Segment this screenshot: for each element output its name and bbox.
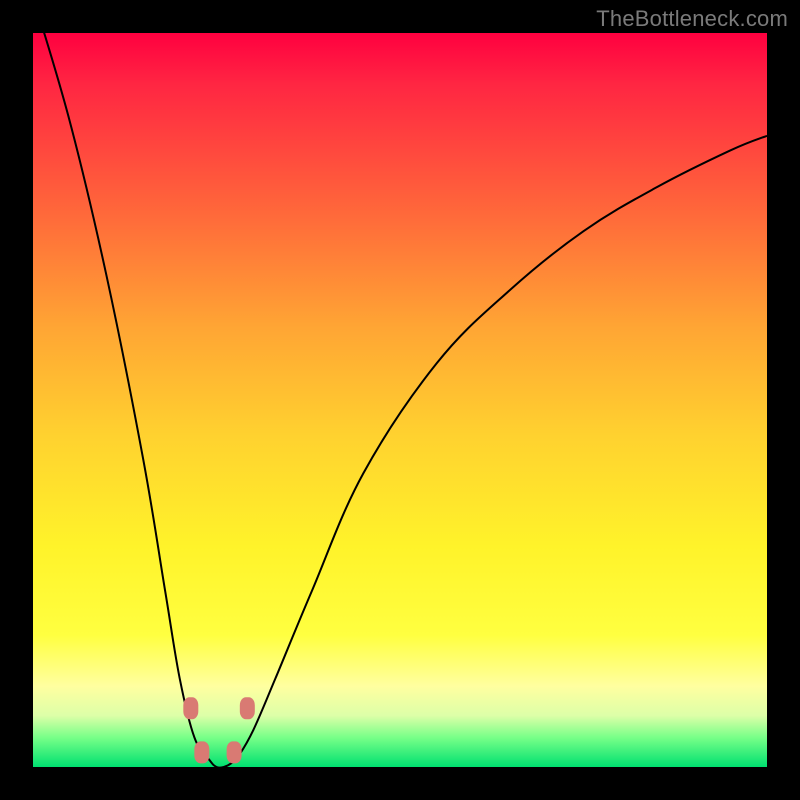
curve-marker [183, 697, 198, 719]
curve-marker [227, 741, 242, 763]
curve-markers [183, 697, 255, 763]
curve-marker [194, 741, 209, 763]
bottleneck-curve-svg [33, 33, 767, 767]
curve-marker [240, 697, 255, 719]
watermark-text: TheBottleneck.com [596, 6, 788, 32]
bottleneck-curve [33, 0, 767, 768]
chart-plot-area [33, 33, 767, 767]
